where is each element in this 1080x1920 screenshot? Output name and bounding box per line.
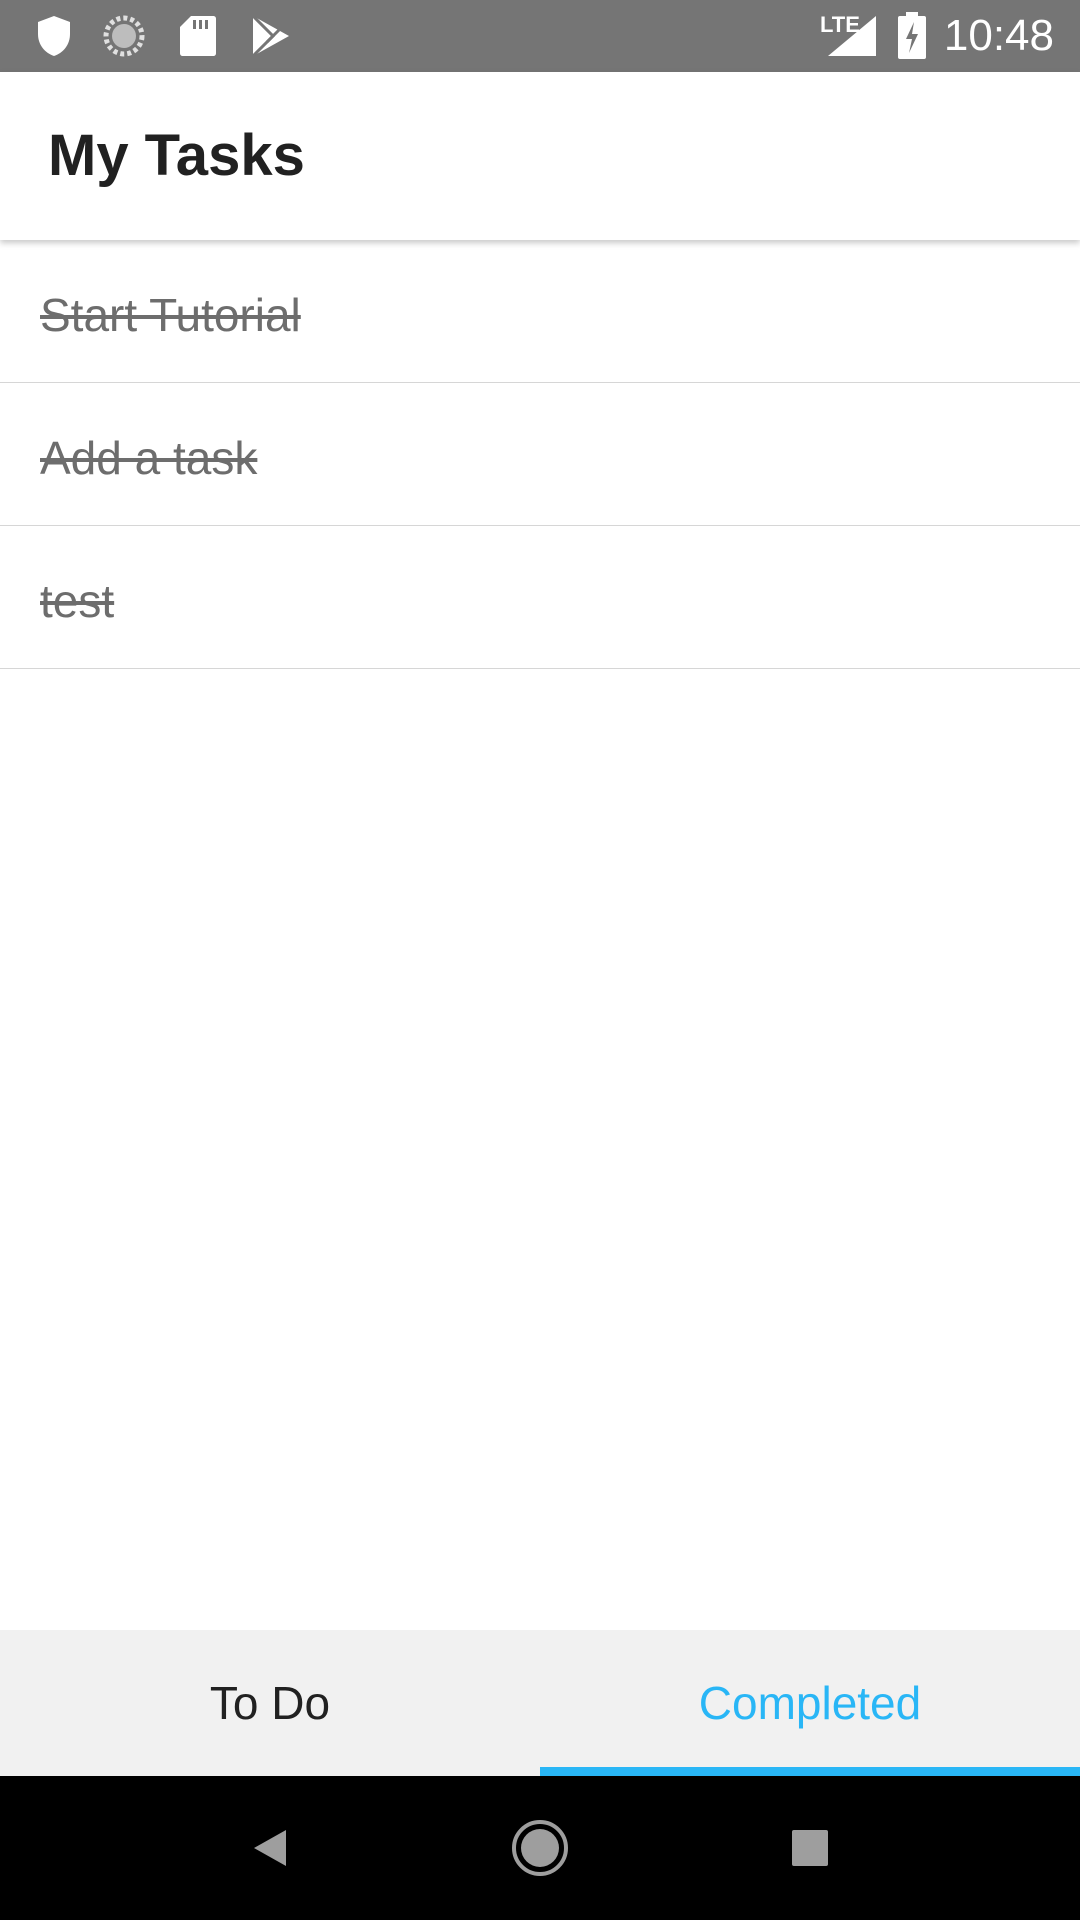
play-store-icon [248, 14, 292, 58]
sync-icon [102, 14, 146, 58]
bottom-tab-bar: To Do Completed [0, 1630, 1080, 1776]
selected-tab-indicator [540, 1767, 1080, 1776]
task-label: Add a task [40, 432, 258, 484]
page-title: My Tasks [48, 123, 305, 188]
tab-completed[interactable]: Completed [540, 1630, 1080, 1776]
task-label: Start Tutorial [40, 289, 301, 341]
task-label: test [40, 575, 115, 627]
app-bar: My Tasks [0, 72, 1080, 240]
task-list: Start Tutorial Add a task test [0, 240, 1080, 669]
tab-completed-label: Completed [698, 1677, 922, 1729]
clock: 10:48 [943, 11, 1054, 60]
sd-card-icon [176, 14, 220, 58]
back-icon[interactable] [240, 1818, 300, 1878]
battery-charging-icon [896, 12, 928, 59]
app-screen: LTE 10:48 My Tasks Start Tutorial Add a … [0, 0, 1080, 1920]
signal-icon [826, 14, 878, 58]
home-icon[interactable] [510, 1818, 570, 1878]
navigation-bar [0, 1776, 1080, 1920]
tab-todo-label: To Do [209, 1677, 331, 1729]
task-item[interactable]: test [0, 526, 1080, 669]
status-bar: LTE 10:48 [0, 0, 1080, 72]
recents-icon[interactable] [780, 1818, 840, 1878]
task-item[interactable]: Add a task [0, 383, 1080, 526]
task-item[interactable]: Start Tutorial [0, 240, 1080, 383]
shield-icon [32, 14, 76, 58]
tab-todo[interactable]: To Do [0, 1630, 540, 1776]
